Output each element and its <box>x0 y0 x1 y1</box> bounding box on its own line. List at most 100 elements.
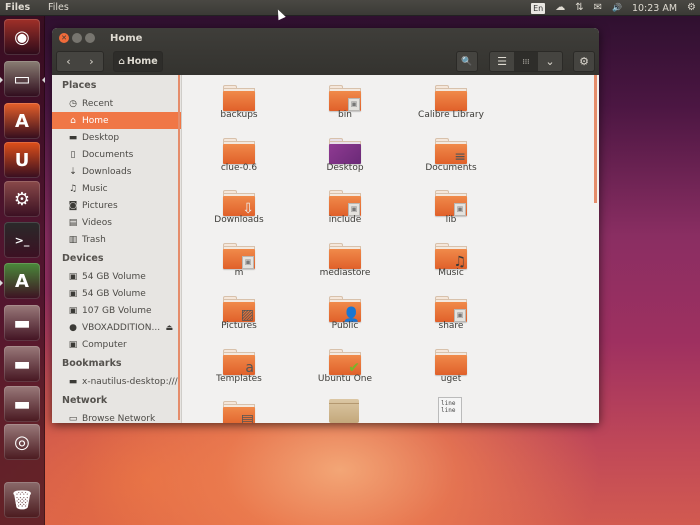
launcher-optical-disc[interactable]: ◎ <box>4 424 40 460</box>
folder-icon: ▣ <box>435 190 467 217</box>
app-name: Files <box>5 2 31 13</box>
session-gear-icon[interactable]: ⚙ <box>687 0 696 16</box>
file-item[interactable]: ▣ m <box>183 235 295 287</box>
sidebar-item[interactable]: ● VBOXADDITION... ⏏ <box>52 319 181 336</box>
file-item[interactable]: Desktop <box>289 130 401 182</box>
close-button[interactable]: ✕ <box>59 33 69 43</box>
launcher-terminal[interactable]: >_ <box>4 222 40 258</box>
sound-icon[interactable]: 🔊 <box>612 0 622 16</box>
file-view-scrollbar[interactable] <box>594 75 597 203</box>
sidebar-item[interactable]: ▣ 54 GB Volume <box>52 268 181 285</box>
file-label: Music <box>438 268 464 279</box>
running-indicator <box>0 280 3 286</box>
archive-icon <box>329 399 359 423</box>
titlebar[interactable]: ✕ Home <box>52 28 599 48</box>
folder-icon <box>329 243 361 270</box>
sidebar-item[interactable]: ⌂ Home <box>52 112 181 129</box>
folder-icon: ▣ <box>435 295 467 322</box>
mail-icon[interactable]: ✉ <box>594 0 602 16</box>
launcher-ubuntu-one[interactable]: U <box>4 142 40 178</box>
sidebar-item[interactable]: ▣ 107 GB Volume <box>52 302 181 319</box>
software-center-icon: A <box>15 110 29 132</box>
file-item[interactable]: ♫ Music <box>395 235 507 287</box>
file-item[interactable]: ✔ Ubuntu One <box>289 341 401 393</box>
sidebar-item-label: VBOXADDITION... <box>82 322 161 333</box>
sidebar-item[interactable]: ⇣ Downloads <box>52 163 181 180</box>
file-item[interactable]: backups <box>183 77 295 129</box>
file-item[interactable]: mediastore <box>289 235 401 287</box>
file-item[interactable]: ⇩ Downloads <box>183 182 295 234</box>
sidebar-item[interactable]: ▣ 54 GB Volume <box>52 285 181 302</box>
sidebar-item[interactable]: ◙ Pictures <box>52 197 181 214</box>
home-icon: ⌂ <box>118 56 125 67</box>
sidebar-item-icon: ▬ <box>68 376 78 387</box>
file-label: Templates <box>216 373 262 384</box>
clock[interactable]: 10:23 AM <box>632 3 677 14</box>
sidebar-item[interactable]: ▬ x-nautilus-desktop:/// <box>52 373 181 390</box>
network-icon[interactable]: ⇅ <box>575 0 583 16</box>
file-item[interactable]: ▣ share <box>395 288 507 340</box>
settings-button[interactable]: ⚙ <box>573 51 595 72</box>
sidebar-item[interactable]: ♫ Music <box>52 180 181 197</box>
launcher-system-settings[interactable]: ⚙ <box>4 181 40 217</box>
search-button[interactable]: 🔍 <box>456 51 478 72</box>
path-bar-home-button[interactable]: ⌂ Home <box>113 51 163 72</box>
file-label: Documents <box>425 162 477 173</box>
maximize-button[interactable] <box>85 33 95 43</box>
folder-icon: ♫ <box>435 243 467 270</box>
list-view-button[interactable]: ☰ <box>490 52 514 71</box>
eject-icon[interactable]: ⏏ <box>165 323 173 332</box>
file-item[interactable]: 👤 Public <box>289 288 401 340</box>
sidebar-scrollbar[interactable] <box>178 75 180 420</box>
sidebar-item[interactable]: ▤ Videos <box>52 214 181 231</box>
launcher-software-updater[interactable]: A <box>4 263 40 299</box>
keyboard-layout-indicator[interactable]: En <box>531 2 546 14</box>
file-label: Ubuntu One <box>317 373 373 384</box>
sidebar: Places ◷ Recent ⌂ Home ▬ Desktop ▯ Documents ⇣ Dow… <box>52 75 182 423</box>
indicator-area: En ☁ ⇅ ✉ 🔊 10:23 AM ⚙ <box>531 0 696 16</box>
sidebar-item[interactable]: ▣ Computer <box>52 336 181 353</box>
sidebar-item[interactable]: ◷ Recent <box>52 95 181 112</box>
sidebar-item[interactable]: ▬ Desktop <box>52 129 181 146</box>
launcher-drive-1[interactable]: ▬ <box>4 305 40 341</box>
sidebar-item[interactable]: ▭ Browse Network <box>52 410 181 424</box>
launcher-drive-2[interactable]: ▬ <box>4 346 40 382</box>
file-item[interactable]: line line <box>395 393 507 423</box>
folder-icon <box>223 85 255 111</box>
forward-button[interactable]: › <box>80 55 103 68</box>
grid-view-button[interactable]: ⁞⁞⁞ <box>514 52 538 71</box>
sidebar-item-label: x-nautilus-desktop:/// <box>82 376 178 387</box>
file-item[interactable] <box>289 393 401 423</box>
file-item[interactable]: uget <box>395 341 507 393</box>
sidebar-item-icon: ● <box>69 322 77 333</box>
cloud-icon[interactable]: ☁ <box>555 0 565 16</box>
launcher-software-center[interactable]: A <box>4 103 40 139</box>
launcher-trash[interactable]: 🗑 <box>4 482 40 518</box>
toolbar: ‹ › ⌂ Home 🔍 ☰ ⁞⁞⁞ ⌄ ⚙ <box>52 48 599 75</box>
minimize-button[interactable] <box>72 33 82 43</box>
file-item[interactable]: ▨ Pictures <box>183 288 295 340</box>
files-menu[interactable]: Files <box>48 2 69 13</box>
file-label: clue-0.6 <box>220 162 258 173</box>
file-item[interactable]: ▣ bin <box>289 77 401 129</box>
sidebar-item-icon: ▯ <box>70 149 76 160</box>
video-emblem-icon: ▤ <box>240 412 254 423</box>
file-item[interactable]: clue-0.6 <box>183 130 295 182</box>
folder-icon: ≡ <box>435 137 467 164</box>
file-item[interactable]: ▤ <box>183 393 295 423</box>
back-button[interactable]: ‹ <box>57 55 80 68</box>
launcher-files[interactable]: ▭ <box>4 61 40 97</box>
view-options-button[interactable]: ⌄ <box>538 52 562 71</box>
file-item[interactable]: ▣ include <box>289 182 401 234</box>
file-item[interactable]: a Templates <box>183 341 295 393</box>
launcher-drive-3[interactable]: ▬ <box>4 386 40 422</box>
file-item[interactable]: ▣ lib <box>395 182 507 234</box>
file-label: uget <box>440 373 462 384</box>
launcher-dash-home[interactable]: ◉ <box>4 19 40 55</box>
sidebar-item[interactable]: ▯ Documents <box>52 146 181 163</box>
file-item[interactable]: ≡ Documents <box>395 130 507 182</box>
sidebar-item[interactable]: ▥ Trash <box>52 231 181 248</box>
sidebar-item-icon: ▭ <box>68 413 78 424</box>
sidebar-item-label: Pictures <box>82 200 118 211</box>
file-item[interactable]: Calibre Library <box>395 77 507 129</box>
